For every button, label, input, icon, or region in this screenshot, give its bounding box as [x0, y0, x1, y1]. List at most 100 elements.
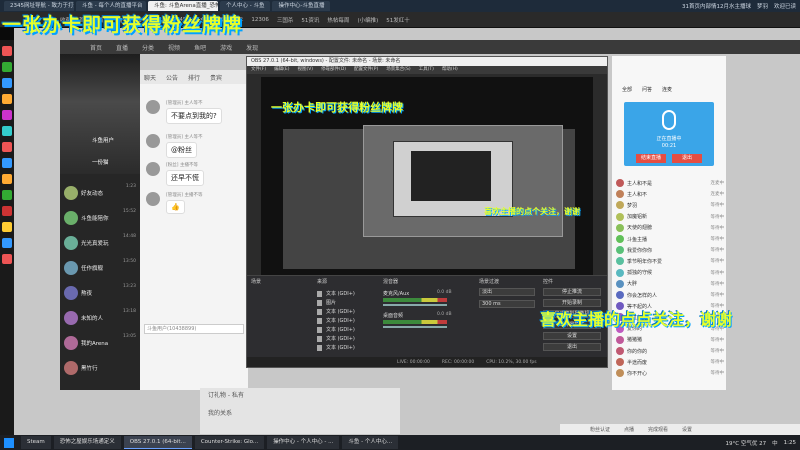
viewer-row[interactable]: 你的你的 等待中	[616, 346, 724, 356]
viewer-row[interactable]: 大胖 等待中	[616, 279, 724, 289]
friend-item[interactable]: 斗鱼能陪你 15:52	[64, 207, 138, 229]
site-nav-item[interactable]: 首页	[90, 43, 102, 52]
viewer-row[interactable]: 你会怎样的人 等待中	[616, 290, 724, 300]
obs-source-item[interactable]: 文本 (GDI+)	[317, 290, 355, 297]
viewer-row[interactable]: 主人和不是 连麦中	[616, 178, 724, 188]
obs-source-item[interactable]: 文本 (GDI+)	[317, 308, 355, 315]
taskbar-item[interactable]: 操作中心 - 个人中心 - ...	[267, 436, 340, 449]
app-icon[interactable]	[2, 142, 12, 152]
app-icon[interactable]	[2, 254, 12, 264]
obs-menu-item[interactable]: 视图(V)	[297, 66, 313, 74]
friend-item[interactable]: 任作旗舰 13:50	[64, 257, 138, 279]
app-icon[interactable]	[2, 62, 12, 72]
obs-menu-item[interactable]: 编辑(E)	[274, 66, 289, 74]
viewer-row[interactable]: 半途而废 等待中	[616, 357, 724, 367]
right-tab[interactable]: 连麦	[662, 86, 672, 93]
bottom-toolbar-item[interactable]: 设置	[682, 426, 692, 433]
friend-item[interactable]: 熬夜 13:23	[64, 282, 138, 304]
right-tab[interactable]: 全部	[622, 86, 632, 93]
app-icon[interactable]	[2, 110, 12, 120]
viewer-row[interactable]: 天使的翅膀 等待中	[616, 223, 724, 233]
taskbar-item[interactable]: Steam	[21, 436, 51, 449]
site-nav-item[interactable]: 鱼吧	[194, 43, 206, 52]
obs-source-item[interactable]: 图片	[317, 299, 336, 306]
bookmark-item[interactable]: 51发红十	[386, 16, 410, 24]
exit-button[interactable]: 退出	[672, 154, 702, 163]
obs-menu-item[interactable]: 场景集合(S)	[386, 66, 410, 74]
viewer-row[interactable]: 我爱你你你 等待中	[616, 245, 724, 255]
obs-menu-item[interactable]: 配置文件(P)	[354, 66, 378, 74]
taskbar-item[interactable]: OBS 27.0.1 (64-bit...	[123, 436, 192, 449]
transition-select[interactable]: 淡出	[479, 288, 535, 296]
relation-link[interactable]: 我的关系	[208, 408, 232, 417]
taskbar-item[interactable]: 恐怖之屋娱乐场通定义	[53, 436, 121, 449]
obs-source-item[interactable]: 文本 (GDI+)	[317, 344, 355, 351]
app-icon[interactable]	[2, 206, 12, 216]
obs-menu-item[interactable]: 工具(T)	[419, 66, 434, 74]
obs-control-button[interactable]: 退出	[543, 343, 601, 351]
friend-item[interactable]: 我的Arena 13:05	[64, 332, 138, 354]
chat-tab[interactable]: 排行	[188, 73, 200, 82]
bookmark-item[interactable]: (小编推)	[357, 16, 378, 24]
friend-item[interactable]: 黑竹行	[64, 357, 138, 379]
windows-start-icon[interactable]	[4, 437, 14, 448]
friend-item[interactable]: 光光真爱玩 14:48	[64, 232, 138, 254]
site-nav-item[interactable]: 分类	[142, 43, 154, 52]
taskbar-item[interactable]: 斗鱼 - 个人中心...	[342, 436, 399, 449]
site-nav-item[interactable]: 游戏	[220, 43, 232, 52]
bottom-toolbar-item[interactable]: 粉丝认证	[590, 426, 610, 433]
obs-source-item[interactable]: 文本 (GDI+)	[317, 335, 355, 342]
app-icon[interactable]	[2, 158, 12, 168]
app-icon[interactable]	[2, 174, 12, 184]
bookmark-item[interactable]: 51资讯	[301, 16, 319, 24]
friend-item[interactable]: 未知的人 13:18	[64, 307, 138, 329]
bottom-toolbar-item[interactable]: 点播	[624, 426, 634, 433]
obs-menu-item[interactable]: 停靠部件(D)	[321, 66, 346, 74]
app-icon[interactable]	[2, 222, 12, 232]
right-tab[interactable]: 问答	[642, 86, 652, 93]
tabbar-right-item[interactable]: 梦羽	[757, 2, 768, 10]
viewer-row[interactable]: 加魔铝新 等待中	[616, 212, 724, 222]
app-icon[interactable]	[2, 46, 12, 56]
viewer-row[interactable]: 孤独的守候 等待中	[616, 268, 724, 278]
chat-tab[interactable]: 聊天	[144, 73, 156, 82]
app-icon[interactable]	[2, 126, 12, 136]
browser-tab[interactable]: 操作中心-斗鱼直播	[272, 1, 331, 11]
mixer-slider[interactable]	[383, 326, 447, 328]
tabbar-right-item[interactable]: 31首页内部情12月水主播球	[682, 2, 751, 10]
bookmark-item[interactable]: 三国杀	[277, 16, 294, 24]
viewer-row[interactable]: 斗鱼主播 等待中	[616, 234, 724, 244]
duration-field[interactable]: 300 ms	[479, 300, 535, 308]
viewer-row[interactable]: 你不开心 等待中	[616, 368, 724, 378]
site-nav-item[interactable]: 直播	[116, 43, 128, 52]
bookmark-item[interactable]: 热帖每周	[327, 16, 349, 24]
viewer-row[interactable]: 猪猪猪 等待中	[616, 335, 724, 345]
tray-item[interactable]: 1:25	[784, 440, 796, 446]
site-nav-item[interactable]: 发现	[246, 43, 258, 52]
app-icon[interactable]	[2, 78, 12, 88]
obs-menu-item[interactable]: 文件(F)	[251, 66, 266, 74]
obs-source-item[interactable]: 文本 (GDI+)	[317, 317, 355, 324]
end-live-button[interactable]: 结束直播	[636, 154, 666, 163]
tray-item[interactable]: 19°C 空气优 27	[726, 439, 767, 447]
chat-tab[interactable]: 公告	[166, 73, 178, 82]
mixer-slider[interactable]	[383, 304, 447, 306]
obs-control-button[interactable]: 设置	[543, 332, 601, 340]
chat-tab[interactable]: 贵宾	[210, 73, 222, 82]
viewer-row[interactable]: 季节明年你不爱 等待中	[616, 256, 724, 266]
bookmark-item[interactable]: 12306	[251, 17, 269, 23]
viewer-row[interactable]: 主人和不 连麦中	[616, 189, 724, 199]
gift-link[interactable]: 订礼物 - 私有	[208, 390, 244, 399]
obs-source-item[interactable]: 文本 (GDI+)	[317, 326, 355, 333]
viewer-row[interactable]: 梦羽 等待中	[616, 200, 724, 210]
chat-input[interactable]: 斗鱼用户(10438899)	[144, 324, 244, 334]
bottom-toolbar-item[interactable]: 完成观看	[648, 426, 668, 433]
site-nav-item[interactable]: 视频	[168, 43, 180, 52]
obs-control-button[interactable]: 停止推流	[543, 288, 601, 296]
tabbar-right-item[interactable]: 欢迎已读	[774, 2, 796, 10]
app-icon[interactable]	[2, 94, 12, 104]
tray-item[interactable]: 中	[772, 439, 778, 447]
obs-menu-item[interactable]: 帮助(H)	[442, 66, 458, 74]
app-icon[interactable]	[2, 238, 12, 248]
app-icon[interactable]	[2, 190, 12, 200]
